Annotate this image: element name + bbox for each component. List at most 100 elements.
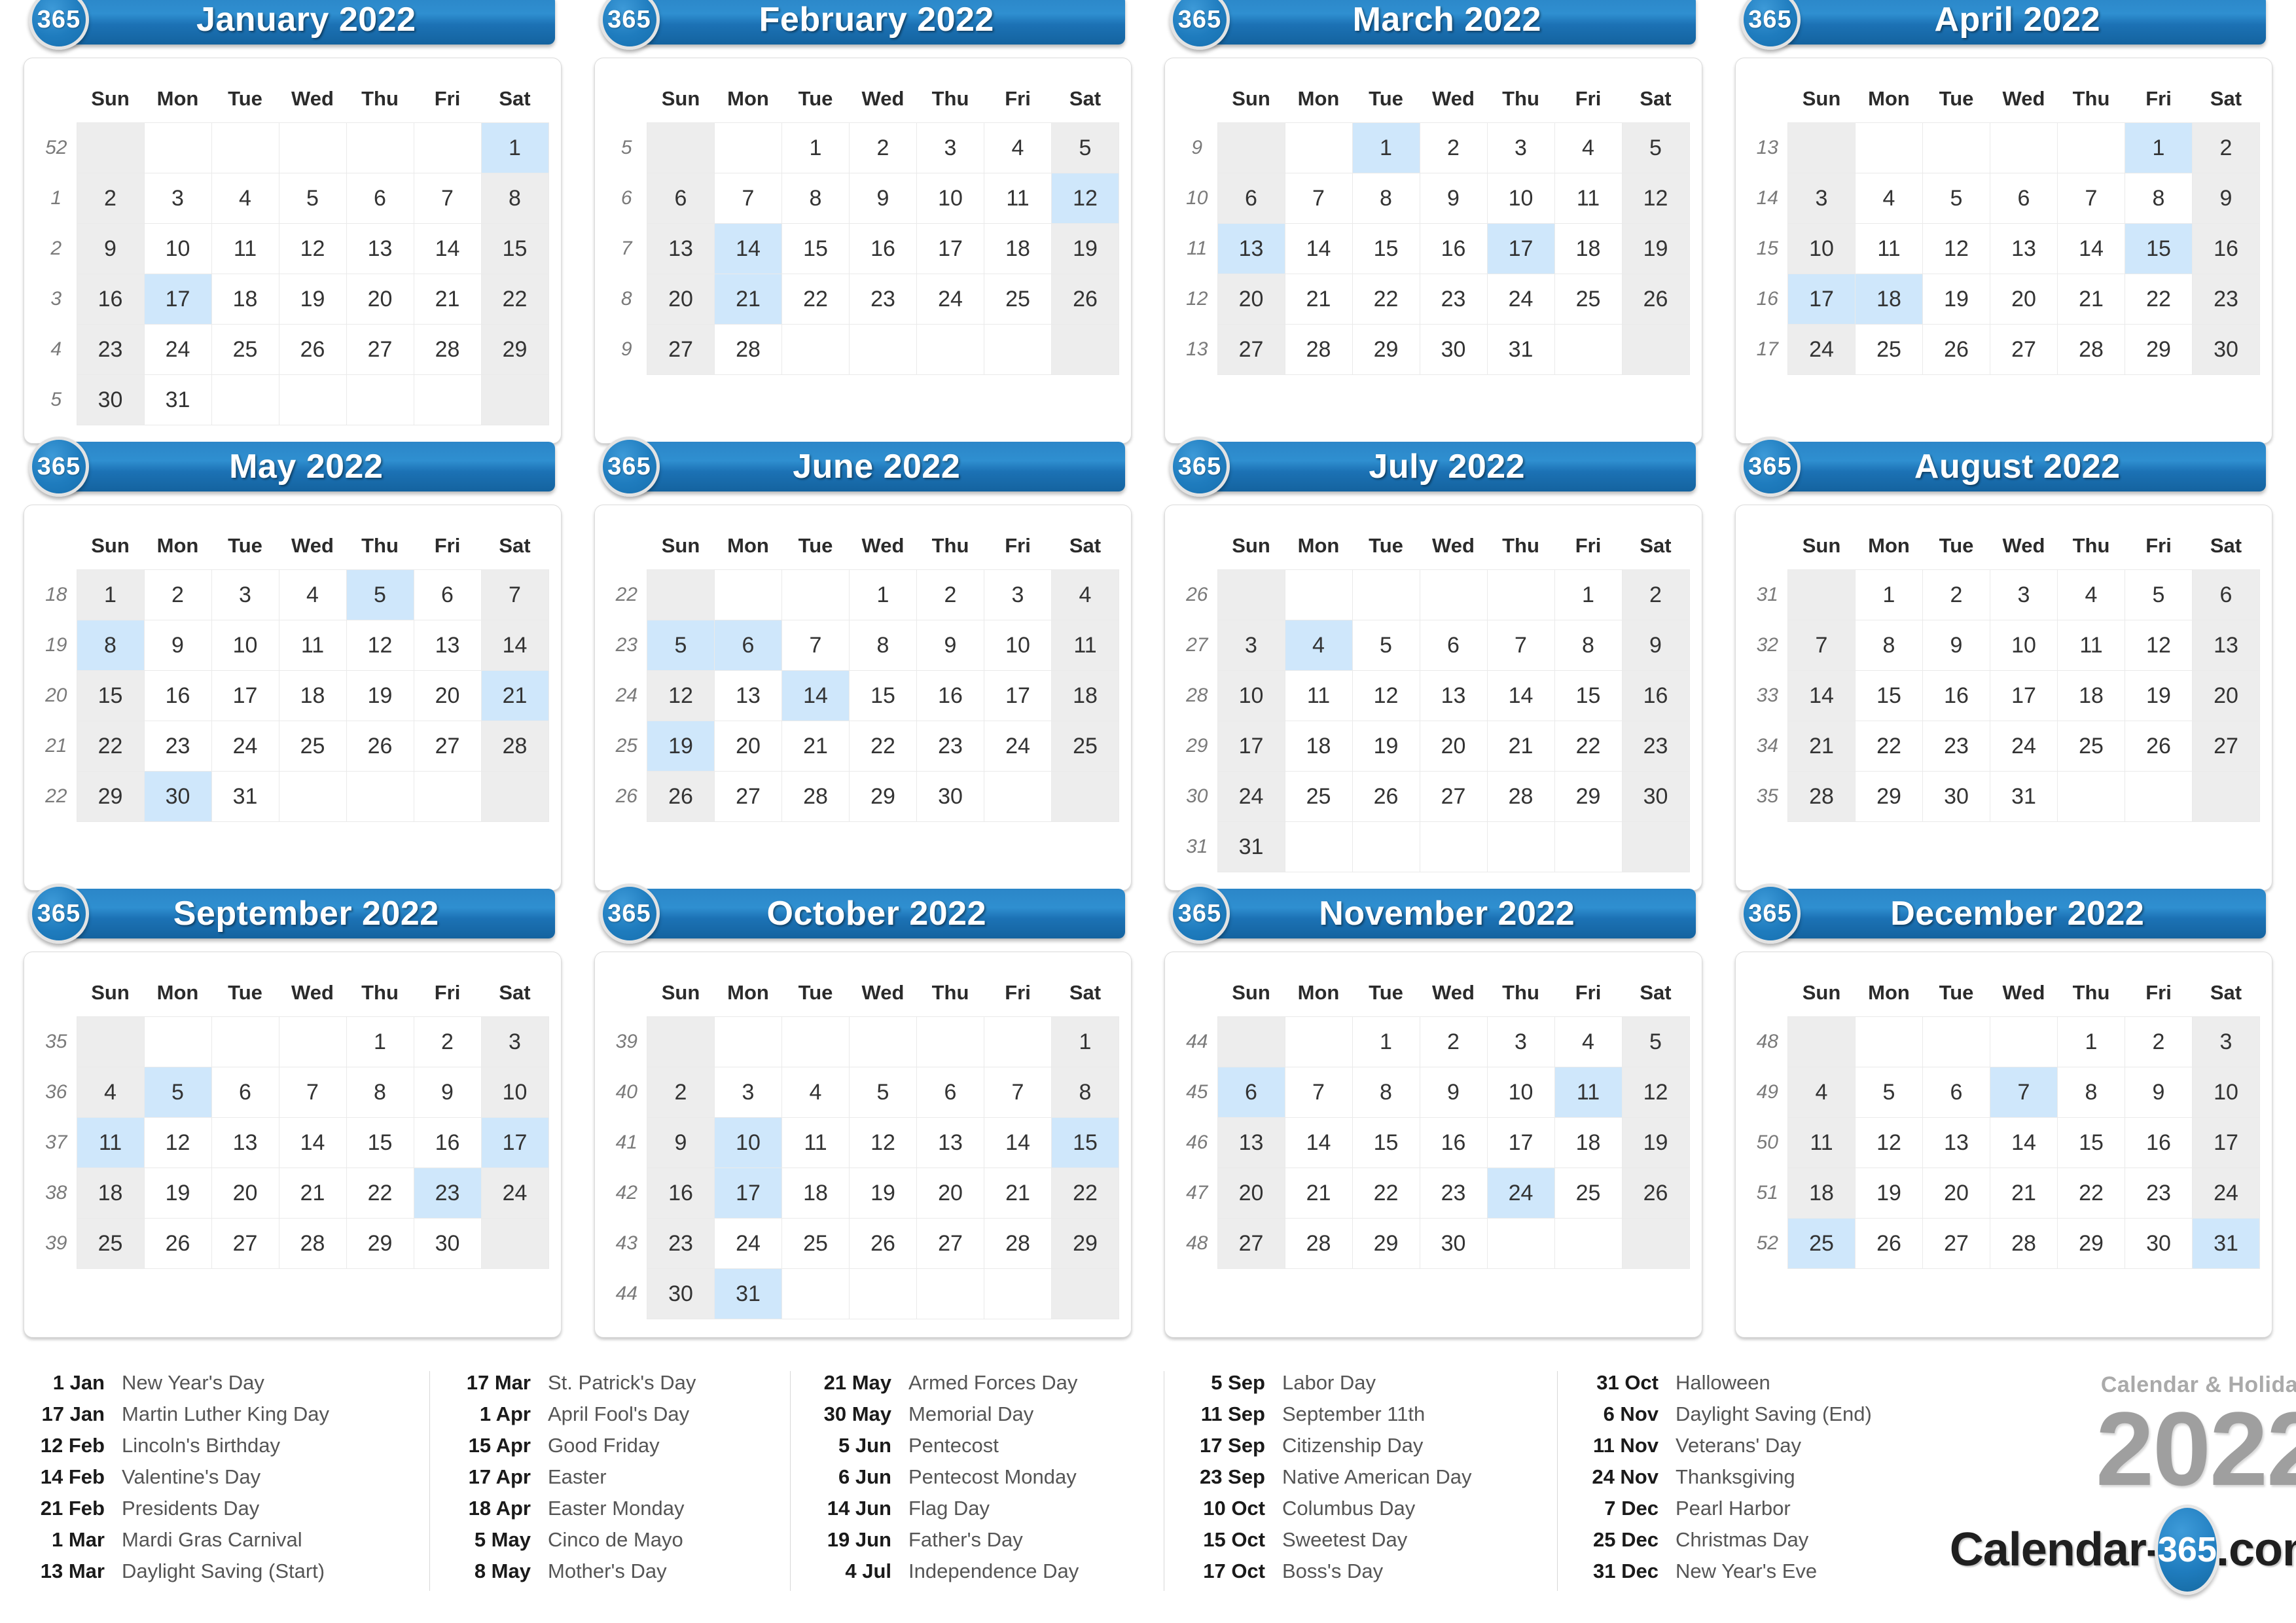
day-cell[interactable]: 22: [480, 274, 549, 325]
day-cell[interactable]: 19: [1621, 1117, 1690, 1168]
day-cell[interactable]: 19: [346, 670, 414, 721]
day-cell[interactable]: 13: [1990, 223, 2058, 274]
day-cell[interactable]: 14: [1990, 1117, 2058, 1168]
day-cell[interactable]: 2: [2125, 1016, 2193, 1067]
day-cell[interactable]: 16: [76, 274, 145, 325]
day-cell[interactable]: 2: [413, 1016, 482, 1067]
day-cell[interactable]: 18: [781, 1168, 850, 1219]
day-cell[interactable]: 13: [211, 1117, 279, 1168]
day-cell[interactable]: 14: [1284, 223, 1353, 274]
day-cell[interactable]: 21: [480, 670, 549, 721]
day-cell[interactable]: 18: [2057, 670, 2125, 721]
day-cell[interactable]: 2: [647, 1067, 715, 1118]
day-cell[interactable]: 25: [1554, 1168, 1623, 1219]
day-cell[interactable]: 22: [1352, 1168, 1420, 1219]
day-cell[interactable]: 11: [278, 620, 347, 671]
day-cell[interactable]: 25: [76, 1218, 145, 1269]
day-cell[interactable]: 7: [781, 620, 850, 671]
day-cell[interactable]: 18: [1855, 274, 1923, 325]
day-cell[interactable]: 26: [346, 721, 414, 772]
day-cell[interactable]: 15: [1554, 670, 1623, 721]
day-cell[interactable]: 1: [1352, 1016, 1420, 1067]
day-cell[interactable]: 27: [346, 324, 414, 375]
day-cell[interactable]: 6: [1217, 1067, 1285, 1118]
day-cell[interactable]: 11: [1051, 620, 1119, 671]
day-cell[interactable]: 8: [2125, 173, 2193, 224]
day-cell[interactable]: 9: [1621, 620, 1690, 671]
day-cell[interactable]: 14: [480, 620, 549, 671]
day-cell[interactable]: 23: [1621, 721, 1690, 772]
day-cell[interactable]: 28: [1284, 324, 1353, 375]
day-cell[interactable]: 4: [984, 122, 1052, 173]
day-cell[interactable]: 14: [1486, 670, 1555, 721]
day-cell[interactable]: 17: [1787, 274, 1856, 325]
day-cell[interactable]: 20: [211, 1168, 279, 1219]
day-cell[interactable]: 5: [346, 569, 414, 620]
day-cell[interactable]: 5: [1352, 620, 1420, 671]
day-cell[interactable]: 13: [2192, 620, 2260, 671]
day-cell[interactable]: 6: [1990, 173, 2058, 224]
day-cell[interactable]: 16: [1419, 223, 1488, 274]
day-cell[interactable]: 8: [2057, 1067, 2125, 1118]
day-cell[interactable]: 3: [1486, 1016, 1555, 1067]
day-cell[interactable]: 21: [781, 721, 850, 772]
day-cell[interactable]: 5: [278, 173, 347, 224]
day-cell[interactable]: 9: [647, 1117, 715, 1168]
day-cell[interactable]: 6: [1922, 1067, 1990, 1118]
day-cell[interactable]: 13: [1217, 1117, 1285, 1168]
day-cell[interactable]: 3: [714, 1067, 782, 1118]
day-cell[interactable]: 4: [781, 1067, 850, 1118]
day-cell[interactable]: 12: [346, 620, 414, 671]
day-cell[interactable]: 2: [143, 569, 212, 620]
day-cell[interactable]: 27: [1990, 324, 2058, 375]
day-cell[interactable]: 2: [1621, 569, 1690, 620]
day-cell[interactable]: 24: [211, 721, 279, 772]
day-cell[interactable]: 11: [1855, 223, 1923, 274]
day-cell[interactable]: 1: [1554, 569, 1623, 620]
day-cell[interactable]: 22: [2125, 274, 2193, 325]
day-cell[interactable]: 8: [76, 620, 145, 671]
day-cell[interactable]: 18: [211, 274, 279, 325]
day-cell[interactable]: 24: [2192, 1168, 2260, 1219]
day-cell[interactable]: 8: [1554, 620, 1623, 671]
day-cell[interactable]: 11: [1554, 1067, 1623, 1118]
day-cell[interactable]: 18: [984, 223, 1052, 274]
day-cell[interactable]: 25: [984, 274, 1052, 325]
day-cell[interactable]: 21: [1284, 1168, 1353, 1219]
day-cell[interactable]: 25: [1787, 1218, 1856, 1269]
day-cell[interactable]: 6: [714, 620, 782, 671]
day-cell[interactable]: 19: [1621, 223, 1690, 274]
day-cell[interactable]: 17: [211, 670, 279, 721]
day-cell[interactable]: 8: [849, 620, 917, 671]
day-cell[interactable]: 15: [1352, 1117, 1420, 1168]
day-cell[interactable]: 15: [480, 223, 549, 274]
day-cell[interactable]: 23: [849, 274, 917, 325]
day-cell[interactable]: 7: [1990, 1067, 2058, 1118]
day-cell[interactable]: 15: [346, 1117, 414, 1168]
day-cell[interactable]: 24: [1990, 721, 2058, 772]
day-cell[interactable]: 9: [1419, 1067, 1488, 1118]
day-cell[interactable]: 26: [647, 771, 715, 822]
day-cell[interactable]: 29: [76, 771, 145, 822]
day-cell[interactable]: 14: [413, 223, 482, 274]
day-cell[interactable]: 30: [143, 771, 212, 822]
day-cell[interactable]: 21: [1284, 274, 1353, 325]
day-cell[interactable]: 4: [1554, 122, 1623, 173]
day-cell[interactable]: 16: [2125, 1117, 2193, 1168]
day-cell[interactable]: 18: [1554, 223, 1623, 274]
day-cell[interactable]: 15: [781, 223, 850, 274]
day-cell[interactable]: 4: [1855, 173, 1923, 224]
day-cell[interactable]: 8: [1352, 173, 1420, 224]
day-cell[interactable]: 31: [143, 374, 212, 425]
day-cell[interactable]: 20: [647, 274, 715, 325]
day-cell[interactable]: 15: [2057, 1117, 2125, 1168]
day-cell[interactable]: 29: [1855, 771, 1923, 822]
day-cell[interactable]: 7: [714, 173, 782, 224]
day-cell[interactable]: 7: [1486, 620, 1555, 671]
day-cell[interactable]: 23: [1419, 1168, 1488, 1219]
day-cell[interactable]: 18: [1051, 670, 1119, 721]
day-cell[interactable]: 13: [1922, 1117, 1990, 1168]
day-cell[interactable]: 31: [1217, 821, 1285, 872]
day-cell[interactable]: 3: [211, 569, 279, 620]
day-cell[interactable]: 29: [2057, 1218, 2125, 1269]
